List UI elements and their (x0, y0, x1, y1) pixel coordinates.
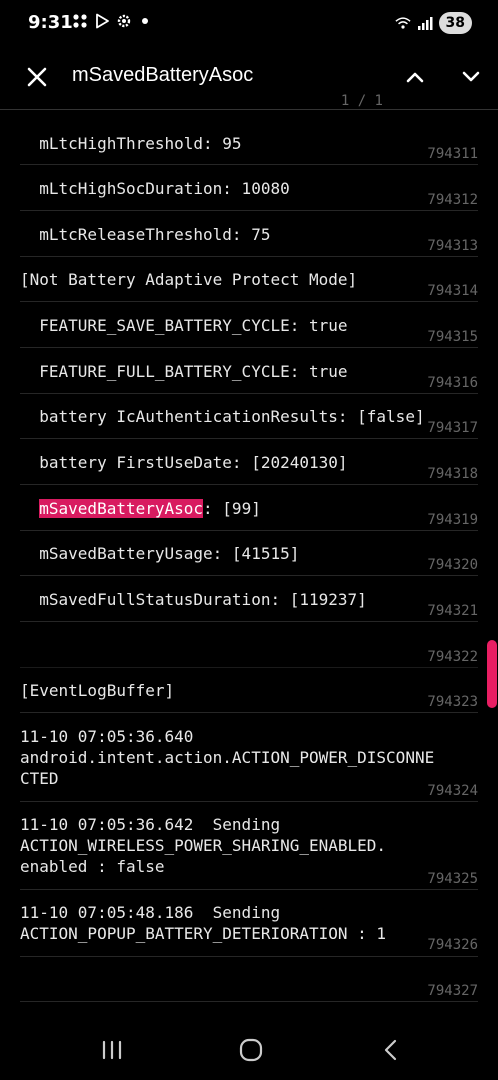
log-line-text: mSavedBatteryAsoc: [99] (20, 498, 261, 519)
home-icon (239, 1038, 263, 1062)
log-line: mSavedBatteryUsage: [41515] 794320 (20, 531, 478, 576)
chevron-down-icon (462, 71, 480, 82)
system-icons: 38 (394, 12, 472, 34)
line-number: 794314 (427, 283, 478, 299)
line-number: 794326 (427, 937, 478, 953)
line-number: 794317 (427, 420, 478, 436)
line-number: 794323 (427, 694, 478, 710)
close-icon (27, 67, 47, 87)
log-line: 11-10 07:05:36.642 Sending ACTION_WIRELE… (20, 802, 478, 890)
line-number: 794325 (427, 871, 478, 887)
play-store-icon (94, 13, 110, 29)
log-line: 11-10 07:05:48.186 Sending ACTION_POPUP_… (20, 890, 478, 957)
log-line: FEATURE_FULL_BATTERY_CYCLE: true 794316 (20, 348, 478, 394)
chevron-up-icon (406, 72, 424, 83)
log-line-text: mLtcReleaseThreshold: 75 (20, 225, 271, 244)
log-line-text: 11-10 07:05:48.186 Sending ACTION_POPUP_… (20, 903, 387, 943)
log-view[interactable]: 794310 mLtcHighThreshold: 95 794311 mLtc… (0, 110, 498, 1025)
previous-match-button[interactable] (400, 62, 430, 92)
log-line-text: battery FirstUseDate: [20240130] (20, 453, 348, 472)
log-line: 11-10 07:05:36.640 android.intent.action… (20, 713, 478, 802)
log-line: 794327 (20, 957, 478, 1002)
log-line: mLtcHighThreshold: 95 794311 (20, 110, 478, 165)
grid-icon (72, 13, 88, 29)
log-line-text: mSavedFullStatusDuration: [119237] (20, 590, 367, 609)
log-line: 794322 (20, 622, 478, 668)
line-number: 794318 (427, 466, 478, 482)
home-button[interactable] (233, 1035, 269, 1065)
back-icon (384, 1039, 397, 1061)
log-line-text: [Not Battery Adaptive Protect Mode] (20, 270, 358, 289)
line-number: 794311 (427, 146, 478, 162)
log-line-text: mLtcHighSocDuration: 10080 (20, 179, 290, 198)
wifi-icon (394, 15, 411, 31)
log-line-text: FEATURE_FULL_BATTERY_CYCLE: true (20, 362, 348, 381)
close-search-button[interactable] (22, 62, 52, 92)
navigation-bar (0, 1025, 498, 1080)
notification-icons (72, 13, 148, 29)
back-button[interactable] (373, 1035, 409, 1065)
recent-apps-icon (102, 1040, 122, 1060)
log-line: mLtcReleaseThreshold: 75 794313 (20, 211, 478, 257)
log-line-match: mSavedBatteryAsoc: [99] 794319 (20, 485, 478, 531)
line-number: 794320 (427, 557, 478, 573)
line-number: 794315 (427, 329, 478, 345)
log-line: battery FirstUseDate: [20240130] 794318 (20, 439, 478, 485)
status-time: 9:31 (28, 12, 73, 33)
log-line-text: 11-10 07:05:36.640 android.intent.action… (20, 727, 435, 788)
log-line: battery IcAuthenticationResults: [false]… (20, 394, 478, 439)
log-line: [Not Battery Adaptive Protect Mode] 7943… (20, 257, 478, 302)
log-line-text: mLtcHighThreshold: 95 (20, 134, 242, 153)
line-number: 794324 (427, 783, 478, 799)
battery-indicator: 38 (438, 12, 472, 34)
log-line-rest: : [99] (203, 499, 261, 518)
next-match-button[interactable] (456, 62, 486, 92)
log-line-text: [EventLogBuffer] (20, 681, 175, 700)
log-line-text: battery IcAuthenticationResults: [false] (20, 407, 425, 426)
recent-apps-button[interactable] (94, 1035, 130, 1065)
line-number: 794313 (427, 238, 478, 254)
line-number: 794327 (427, 983, 478, 999)
line-number: 794321 (427, 603, 478, 619)
line-number: 794319 (427, 512, 478, 528)
settings-icon (116, 13, 132, 29)
search-highlight: mSavedBatteryAsoc (39, 499, 204, 518)
log-line-text: FEATURE_SAVE_BATTERY_CYCLE: true (20, 316, 348, 335)
match-count: 1 / 1 (340, 93, 383, 109)
log-line-text: mSavedBatteryUsage: [41515] (20, 544, 300, 563)
log-line: mLtcHighSocDuration: 10080 794312 (20, 165, 478, 211)
log-line: [EventLogBuffer] 794323 (20, 668, 478, 713)
dot-icon (142, 18, 148, 24)
log-line: FEATURE_SAVE_BATTERY_CYCLE: true 794315 (20, 302, 478, 348)
line-number: 794316 (427, 375, 478, 391)
search-input[interactable]: mSavedBatteryAsoc (72, 64, 253, 87)
signal-icon (417, 15, 433, 31)
status-bar: 9:31 38 (0, 0, 498, 46)
log-line: mSavedFullStatusDuration: [119237] 79432… (20, 576, 478, 622)
scrollbar-thumb[interactable] (487, 640, 497, 708)
line-number: 794322 (427, 649, 478, 665)
line-number: 794312 (427, 192, 478, 208)
log-line-text: 11-10 07:05:36.642 Sending ACTION_WIRELE… (20, 815, 387, 876)
search-bar: mSavedBatteryAsoc (0, 46, 498, 110)
